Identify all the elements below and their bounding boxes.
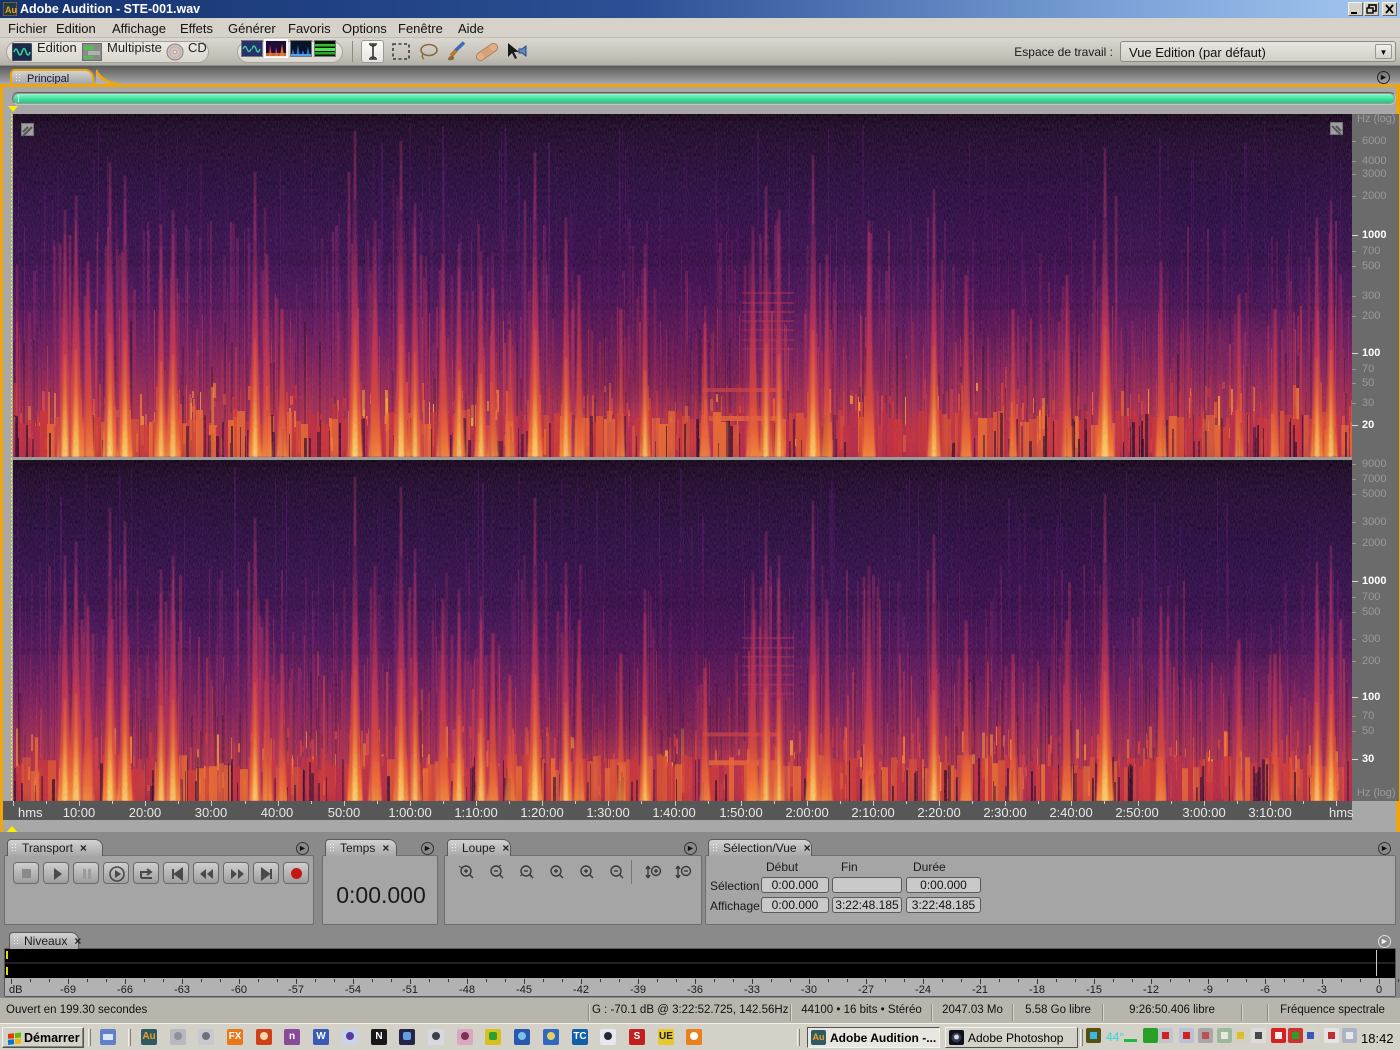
svg-text:Au: Au (5, 5, 17, 15)
